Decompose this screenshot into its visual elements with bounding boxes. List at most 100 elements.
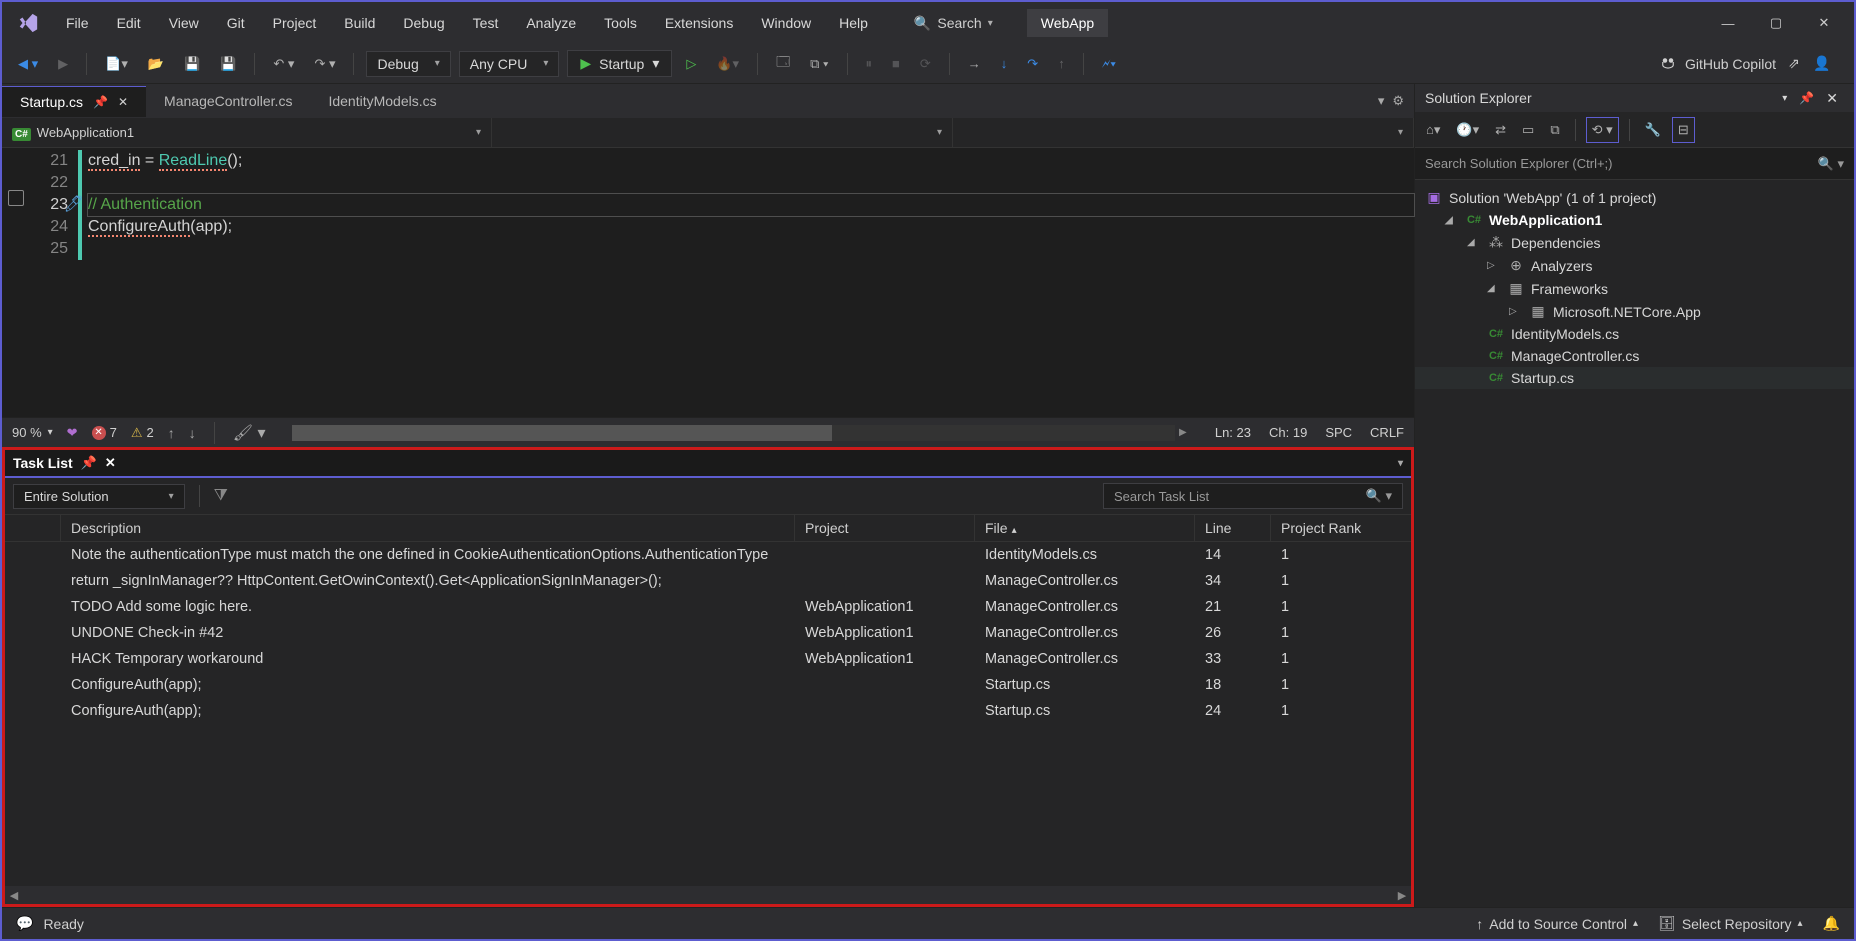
file-managecontroller[interactable]: C#ManageController.cs [1415,345,1854,367]
add-to-source-control-button[interactable]: ↑Add to Source Control▴ [1476,916,1638,932]
close-icon[interactable]: ✕ [118,95,128,109]
scroll-right-icon[interactable]: ▶ [1393,886,1411,904]
lightning-button[interactable]: 🗲▾ [1096,52,1122,76]
warning-count[interactable]: ⚠2 [131,425,154,441]
open-folder-button[interactable]: 📂 [142,52,170,76]
line-indicator[interactable]: Ln: 23 [1215,425,1251,440]
pin-icon[interactable]: 📌 [81,455,97,471]
chevron-down-icon[interactable]: ◢ [1445,215,1459,226]
task-row[interactable]: ConfigureAuth(app);Startup.cs181 [5,672,1411,698]
lineending-indicator[interactable]: CRLF [1370,425,1404,440]
col-icon[interactable] [5,515,61,541]
pin-icon[interactable]: 📌 [93,95,108,109]
output-icon[interactable]: 💬 [16,915,33,932]
share-button[interactable]: ⇗ [1784,54,1804,74]
task-list-scrollbar[interactable]: ◀ ▶ [5,886,1411,904]
format-button[interactable]: 🖌 ▾ [233,423,266,443]
pause-button[interactable]: ⏸ [860,52,879,76]
prev-issue-button[interactable]: ↑ [168,425,175,441]
zoom-combo[interactable]: 90 %▾ [12,425,53,440]
task-row[interactable]: ConfigureAuth(app);Startup.cs241 [5,698,1411,724]
sync-button[interactable]: ⟲ ▾ [1586,117,1619,143]
menu-tools[interactable]: Tools [592,9,649,37]
close-icon[interactable]: ✕ [105,455,116,471]
switch-views-button[interactable]: ⇄ [1490,118,1511,142]
col-project[interactable]: Project [795,515,975,541]
save-all-button[interactable]: 💾 [214,52,242,76]
undo-button[interactable]: ↶ ▾ [267,52,300,76]
minimize-button[interactable]: — [1718,13,1738,33]
menu-window[interactable]: Window [749,9,823,37]
column-indicator[interactable]: Ch: 19 [1269,425,1307,440]
project-node[interactable]: ◢C#WebApplication1 [1415,209,1854,231]
chevron-right-icon[interactable]: ▷ [1487,260,1501,271]
col-rank[interactable]: Project Rank [1271,515,1411,541]
github-copilot-label[interactable]: GitHub Copilot [1685,56,1776,72]
scroll-left-icon[interactable]: ◀ [5,886,23,904]
task-row[interactable]: UNDONE Check-in #42WebApplication1Manage… [5,620,1411,646]
task-search-input[interactable]: Search Task List 🔍 ▾ [1103,483,1403,509]
close-icon[interactable]: ✕ [1820,90,1844,107]
solution-search-input[interactable]: Search Solution Explorer (Ctrl+;) 🔍 ▾ [1415,148,1854,180]
history-button[interactable]: 🕐▾ [1451,118,1484,142]
platform-combo[interactable]: Any CPU▾ [459,51,560,77]
menu-debug[interactable]: Debug [391,9,456,37]
next-issue-button[interactable]: ↓ [189,425,196,441]
redo-button[interactable]: ↷ ▾ [308,52,341,76]
chevron-down-icon[interactable]: ▾ [1776,93,1793,104]
task-list-title-bar[interactable]: Task List 📌 ✕ ▾ [5,450,1411,478]
tab-managecontroller[interactable]: ManageController.cs [146,86,310,116]
notifications-icon[interactable]: 🔔 [1823,915,1840,932]
step-in-button[interactable]: → [962,52,987,75]
nav-forward-button[interactable]: ▶ [52,52,74,76]
col-file[interactable]: File▴ [975,515,1195,541]
indent-indicator[interactable]: SPC [1325,425,1352,440]
step-into-button[interactable]: ↓ [995,52,1014,75]
nav-back-button[interactable]: ◀ ▾ [12,52,44,76]
task-row[interactable]: TODO Add some logic here.WebApplication1… [5,594,1411,620]
chevron-down-icon[interactable]: ◢ [1467,237,1481,248]
error-count[interactable]: ✕7 [92,425,117,440]
solution-explorer-title-bar[interactable]: Solution Explorer ▾ 📌 ✕ [1415,84,1854,112]
chevron-right-icon[interactable]: ▷ [1509,306,1523,317]
view-button[interactable]: ▭ [1517,118,1539,142]
file-identitymodels[interactable]: C#IdentityModels.cs [1415,323,1854,345]
col-line[interactable]: Line [1195,515,1271,541]
hot-reload-button[interactable]: 🔥▾ [710,52,745,76]
editor-horizontal-scrollbar[interactable]: ◀ ▶ [292,425,1189,441]
menu-file[interactable]: File [54,9,101,37]
menu-test[interactable]: Test [461,9,511,37]
new-project-button[interactable]: 📄▾ [99,52,134,76]
dependencies-node[interactable]: ◢⁂Dependencies [1415,231,1854,254]
scroll-right-icon[interactable]: ▶ [1175,425,1191,441]
nav-scope-combo[interactable]: C#WebApplication1 ▾ [2,118,492,147]
search-button[interactable]: 🔍 Search ▾ [904,11,1003,36]
step-over-button[interactable]: ↷ [1021,52,1044,76]
maximize-button[interactable]: ▢ [1766,13,1786,33]
health-icon[interactable]: ❤ [67,425,78,441]
restart-button[interactable]: ⟳ [914,52,937,76]
scrollbar-thumb[interactable] [292,425,832,441]
start-without-debug-button[interactable]: ▷ [680,52,702,76]
copy-button[interactable]: ⧉ [1545,118,1564,142]
menu-help[interactable]: Help [827,9,880,37]
layout-button[interactable]: ⧉ ▾ [804,52,834,76]
code-content[interactable]: cred_in = ReadLine(); // Authentication … [82,148,1414,417]
browser-button[interactable]: 🗔 [770,49,796,79]
solution-node[interactable]: ▣Solution 'WebApp' (1 of 1 project) [1415,186,1854,209]
stop-button[interactable]: ■ [886,52,906,75]
tab-chevron-down-icon[interactable]: ▾ [1378,93,1385,109]
menu-analyze[interactable]: Analyze [514,9,588,37]
github-copilot-icon[interactable] [1659,53,1677,74]
task-row[interactable]: Note the authenticationType must match t… [5,542,1411,568]
menu-project[interactable]: Project [261,9,329,37]
config-combo[interactable]: Debug▾ [366,51,450,77]
nav-member-combo[interactable]: ▾ [953,118,1414,147]
nav-type-combo[interactable]: ▾ [492,118,953,147]
menu-build[interactable]: Build [332,9,387,37]
task-row[interactable]: HACK Temporary workaroundWebApplication1… [5,646,1411,672]
tab-identitymodels[interactable]: IdentityModels.cs [310,86,454,116]
task-row[interactable]: return _signInManager?? HttpContent.GetO… [5,568,1411,594]
menu-view[interactable]: View [157,9,211,37]
file-startup[interactable]: C#Startup.cs [1415,367,1854,389]
